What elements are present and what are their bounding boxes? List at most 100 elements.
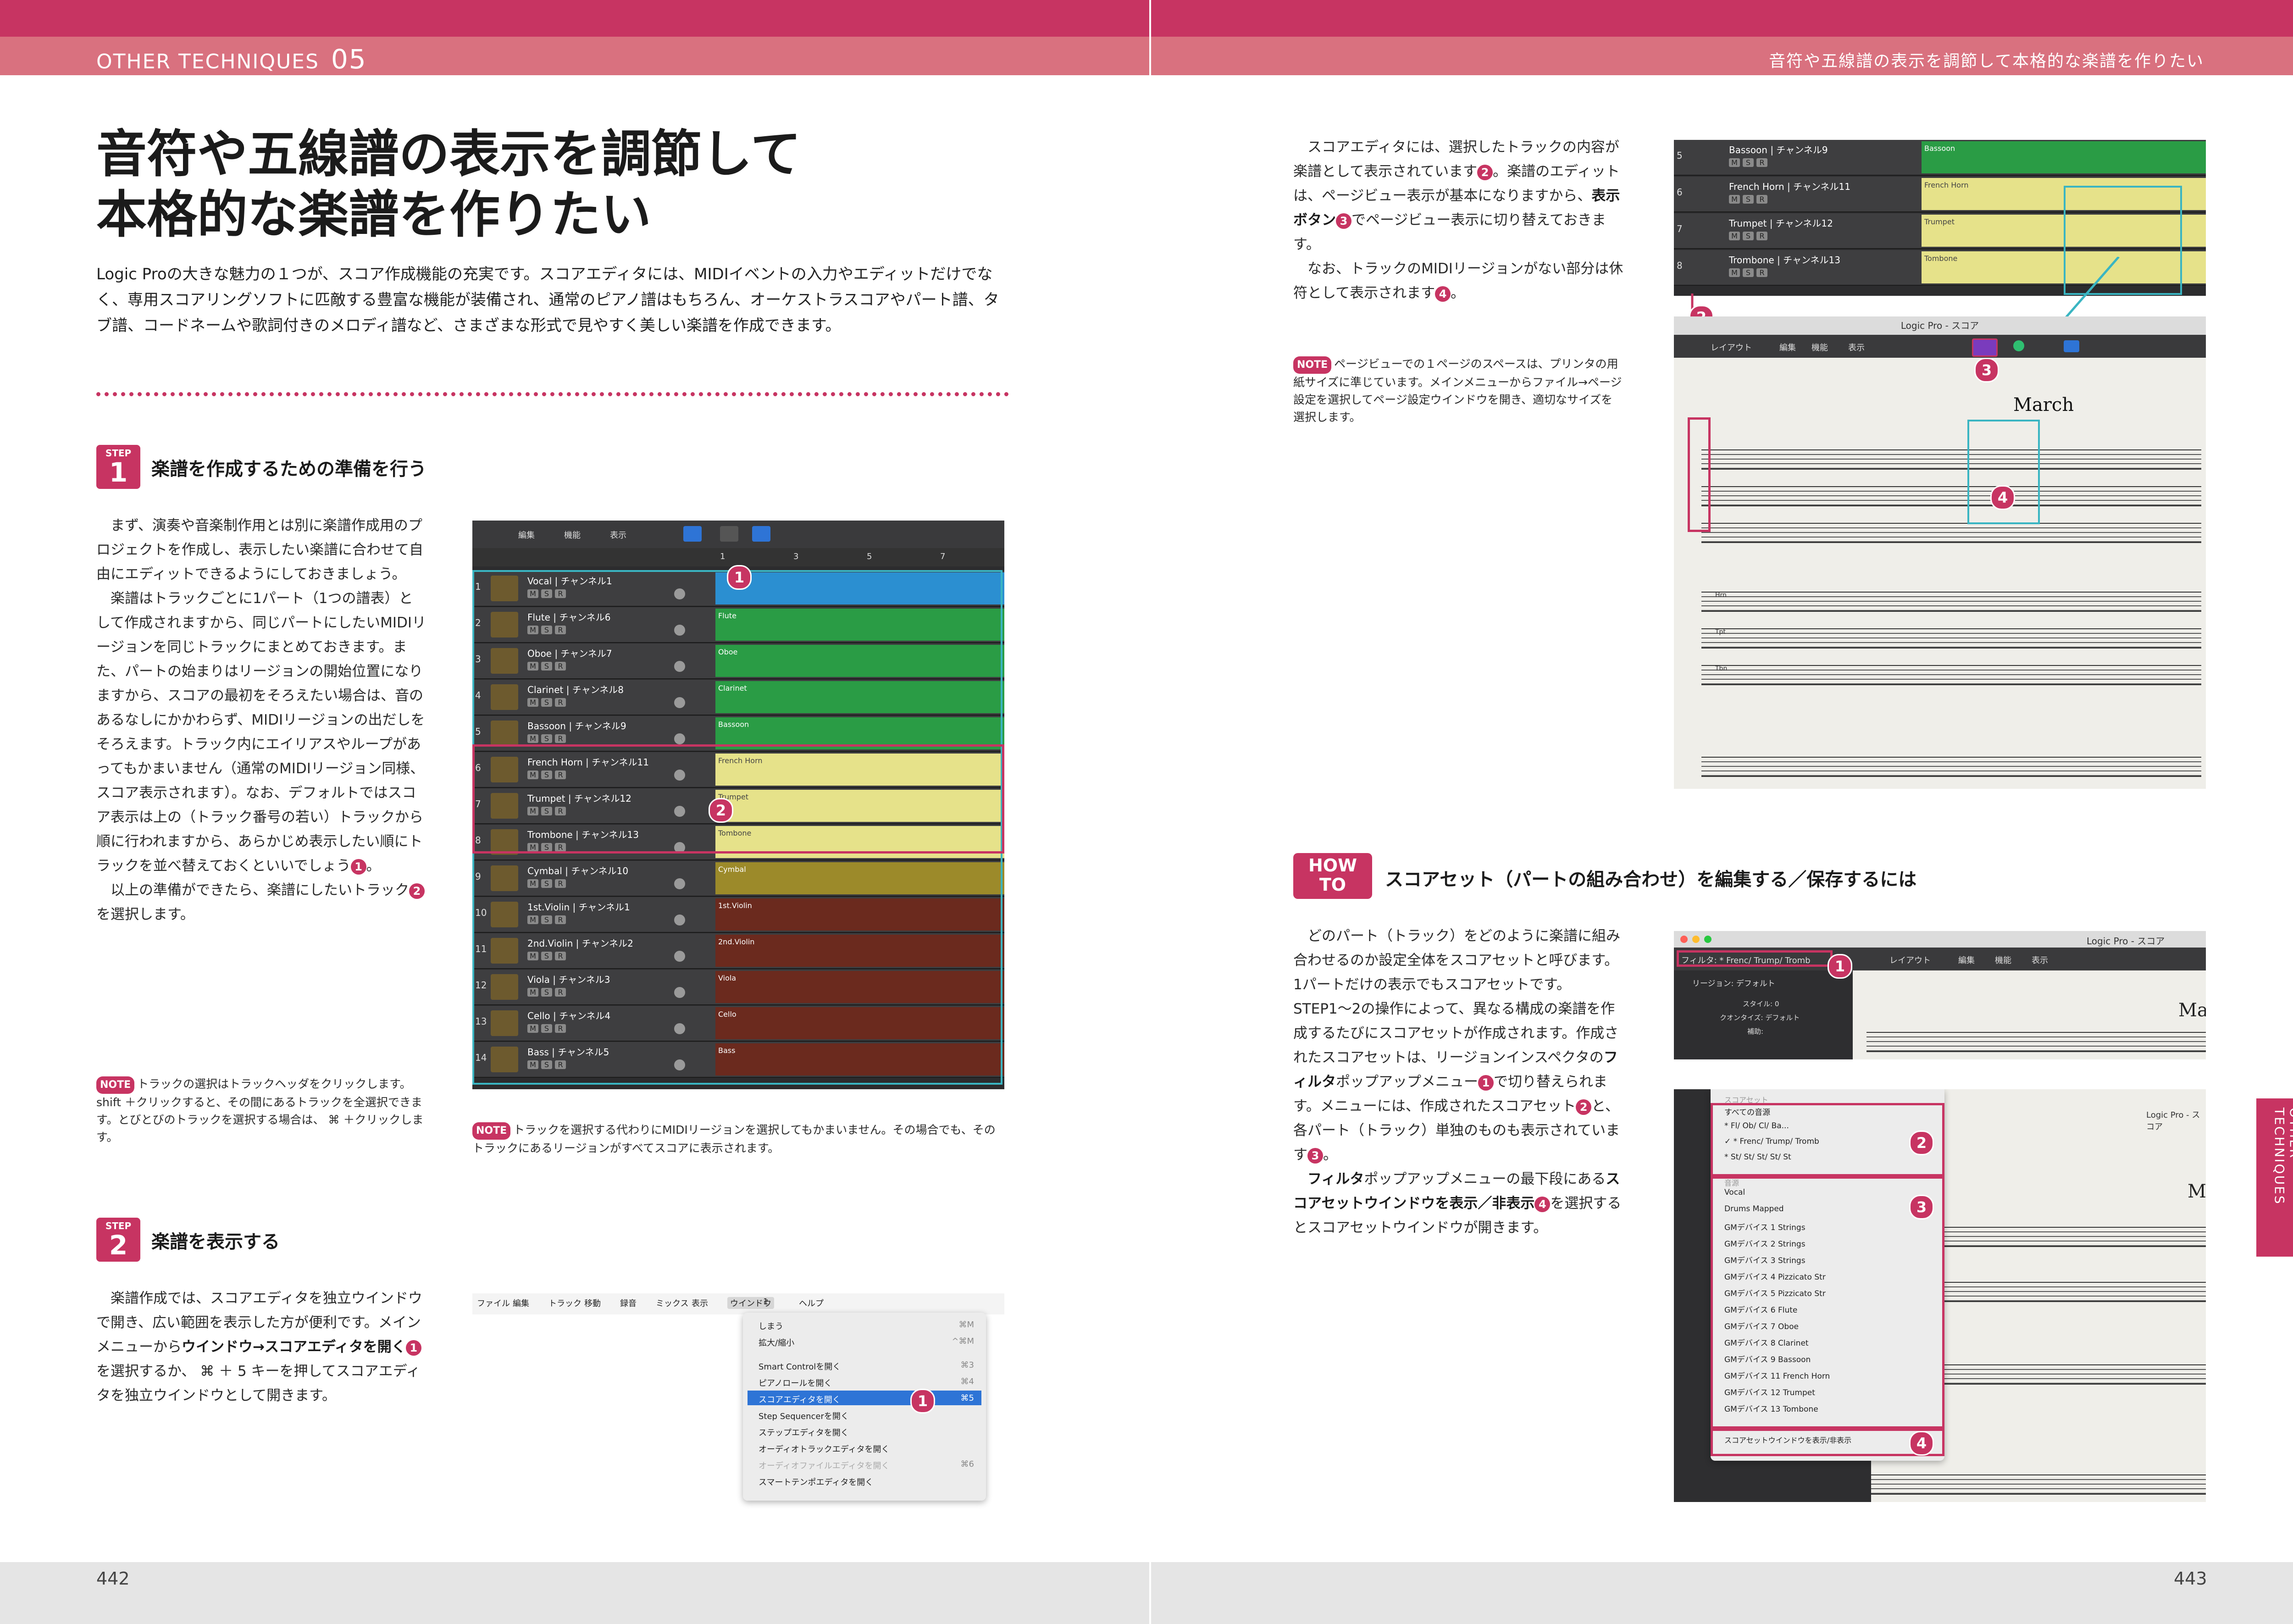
window-title: Logic Pro - スコア	[2087, 936, 2165, 947]
menu-item-shortcut: ⌘6	[960, 1459, 974, 1469]
track-row[interactable]: 5 Bassoon | チャンネル9 M S R Bassoon	[1674, 140, 2206, 176]
layout-menu[interactable]: レイアウト	[1889, 954, 1931, 966]
step1-paragraph-2: 楽譜はトラックごとに1パート（1つの譜表）として作成されますから、同じパートにし…	[96, 587, 426, 878]
track-s-button[interactable]: S	[1743, 232, 1754, 240]
side-tab: OTHER TECHNIQUES	[2256, 1098, 2293, 1257]
staff	[1871, 1474, 2206, 1495]
track-r-button[interactable]: R	[1756, 232, 1767, 240]
menu-path: ウインドウ→スコアエディタを開く	[182, 1339, 406, 1355]
view-menu[interactable]: 表示	[1848, 341, 1865, 353]
function-menu[interactable]: 機能	[1995, 954, 2011, 966]
style-field[interactable]: スタイル: 0	[1743, 999, 1779, 1009]
layout-menu[interactable]: レイアウト	[1711, 341, 1752, 353]
ruler-3: 3	[793, 552, 799, 561]
callout-1-marker: 1	[727, 565, 752, 590]
note-tag: NOTE	[1293, 356, 1332, 374]
menu-item[interactable]: オーディオファイルエディタを開く ⌘6	[748, 1457, 981, 1471]
step2-title: 楽譜を表示する	[151, 1231, 280, 1253]
dotted-divider	[96, 392, 1009, 396]
filter-window-screenshot: Logic Pro - スコア フィルタ: * Frenc/ Trump/ Tr…	[1674, 931, 2206, 1059]
track-r-button[interactable]: R	[1756, 195, 1767, 204]
edit-menu[interactable]: 編集	[1779, 341, 1796, 353]
menu-item[interactable]: 拡大/縮小 ^⌘M	[748, 1334, 981, 1348]
catch-button[interactable]	[720, 526, 738, 542]
callout-2-filter: 2	[1909, 1131, 1934, 1155]
midi-in-icon[interactable]	[2013, 340, 2024, 351]
instrument-highlight	[1711, 1176, 1944, 1429]
header-right-title: 音符や五線譜の表示を調節して本格的な楽譜を作りたい	[1769, 52, 2204, 71]
title-line-2: 本格的な楽譜を作りたい	[96, 185, 651, 244]
track-m-button[interactable]: M	[1729, 158, 1740, 167]
track-m-button[interactable]: M	[1729, 232, 1740, 240]
header-left: OTHER TECHNIQUES 05	[96, 44, 367, 75]
page-view-button[interactable]	[1972, 338, 1998, 357]
track-number: 6	[1677, 187, 1683, 198]
staff	[1867, 1032, 2206, 1052]
menubar-item[interactable]: 1	[763, 1297, 768, 1307]
track-s-button[interactable]: S	[1743, 195, 1754, 204]
step-number: 2	[109, 1230, 128, 1261]
toolbar-view[interactable]: 表示	[610, 529, 626, 541]
menu-item[interactable]: スマートテンポエディタを開く	[748, 1473, 981, 1488]
menu-item-shortcut: ⌘3	[960, 1360, 974, 1370]
menu-item-label: オーディオトラックエディタを開く	[759, 1445, 890, 1454]
track-number: 7	[1677, 223, 1683, 234]
zoom-icon[interactable]	[1704, 936, 1711, 943]
menubar-item[interactable]: 編集	[513, 1297, 529, 1309]
callout-4-score: 4	[1990, 485, 2015, 510]
text: 以上の準備ができたら、楽譜にしたいトラック	[111, 882, 409, 898]
close-icon[interactable]	[1680, 936, 1688, 943]
quantize-field[interactable]: クオンタイズ: デフォルト	[1720, 1013, 1800, 1022]
callout-3-filter: 3	[1909, 1195, 1934, 1219]
menu-item-label: 拡大/縮小	[759, 1338, 795, 1348]
howto-paragraph-1: どのパート（トラック）をどのように楽譜に組み合わせるのか設定全体をスコアセットと…	[1293, 924, 1623, 1167]
menubar-item[interactable]: ミックス	[656, 1297, 688, 1309]
track-region[interactable]: Bassoon	[1922, 141, 2206, 173]
staff	[1701, 486, 2201, 506]
menu-item[interactable]: オーディオトラックエディタを開く	[748, 1440, 981, 1455]
step2-badge: STEP 2	[96, 1218, 140, 1262]
piece-title-partial: Ma	[2178, 1000, 2206, 1021]
menubar-item[interactable]: ファイル	[477, 1297, 510, 1309]
view-menu[interactable]: 表示	[2032, 954, 2048, 966]
track-name: French Horn | チャンネル11	[1729, 181, 1850, 192]
menu-item[interactable]: スコアエディタを開く ⌘5	[748, 1391, 981, 1405]
filter-popup[interactable]: フィルタ: * Frenc/ Trump/ Tromb	[1681, 954, 1811, 966]
toolbar-function[interactable]: 機能	[564, 529, 581, 541]
minimize-icon[interactable]	[1692, 936, 1700, 943]
text: ポップアップメニューの最下段にある	[1364, 1171, 1606, 1187]
step1-paragraph-3: 以上の準備ができたら、楽譜にしたいトラック 2 を選択します。	[96, 878, 426, 927]
toolbar-edit[interactable]: 編集	[518, 529, 535, 541]
staff-label: Tbn	[1715, 665, 1728, 672]
howto-line-2: TO	[1319, 875, 1346, 895]
catch-icon[interactable]	[2064, 340, 2079, 352]
track-m-button[interactable]: M	[1729, 195, 1740, 204]
menubar-item[interactable]: 録音	[620, 1297, 637, 1309]
text: を選択します。	[96, 906, 194, 923]
track-s-button[interactable]: S	[1743, 158, 1754, 167]
function-menu[interactable]: 機能	[1811, 341, 1828, 353]
filter-toolbar: フィルタ: * Frenc/ Trump/ Tromb レイアウト 編集 機能 …	[1674, 948, 2206, 970]
other-field[interactable]: 補助:	[1747, 1026, 1763, 1036]
track-r-button[interactable]: R	[1756, 158, 1767, 167]
menu-item[interactable]: ピアノロールを開く ⌘4	[748, 1374, 981, 1389]
track-name: Bassoon | チャンネル9	[1729, 144, 1828, 155]
edit-menu[interactable]: 編集	[1958, 954, 1975, 966]
view-toggle-button[interactable]	[683, 526, 702, 542]
menu-item[interactable]: ステップエディタを開く	[748, 1424, 981, 1438]
menu-item-label: オーディオファイルエディタを開く	[759, 1461, 890, 1471]
menu-item[interactable]: Smart Controlを開く ⌘3	[748, 1358, 981, 1372]
callout-1: 1	[350, 859, 366, 875]
menu-item[interactable]: しまう ⌘M	[748, 1317, 981, 1332]
menubar-item[interactable]: ヘルプ	[799, 1297, 824, 1309]
menubar-item[interactable]: トラック	[548, 1297, 582, 1309]
text: どのパート（トラック）をどのように楽譜に組み合わせるのか設定全体をスコアセットと…	[1293, 928, 1620, 1066]
ruler-1: 1	[720, 552, 726, 561]
menubar-item[interactable]: 表示	[692, 1297, 708, 1309]
menubar-item[interactable]: 移動	[584, 1297, 601, 1309]
callout-4: 4	[1534, 1196, 1551, 1212]
selected-tracks-box	[472, 744, 1004, 854]
snap-button[interactable]	[752, 526, 770, 542]
title-line-1: 音符や五線譜の表示を調節して	[96, 125, 801, 183]
menu-item[interactable]: Step Sequencerを開く	[748, 1407, 981, 1422]
